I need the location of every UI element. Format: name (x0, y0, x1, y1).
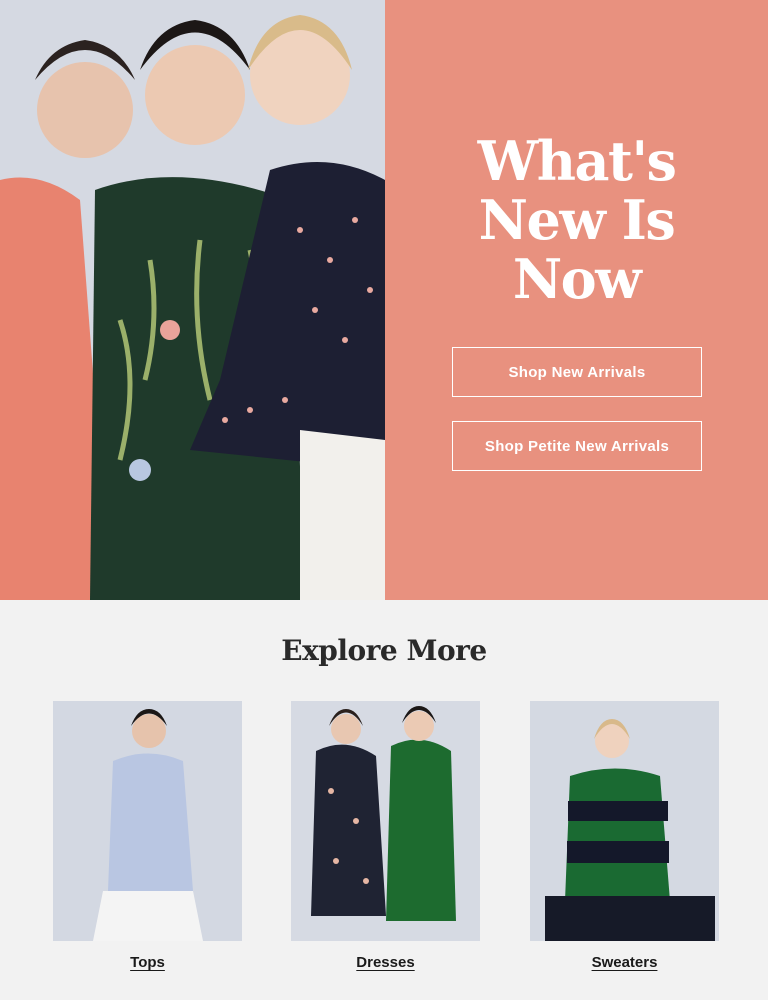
category-tile-tops: Tops (53, 701, 242, 971)
dresses-image[interactable] (291, 701, 480, 941)
headline-line-1: What's (477, 129, 677, 193)
sweaters-model-illustration (530, 701, 719, 941)
headline-line-3: Now (512, 247, 642, 311)
tops-model-illustration (53, 701, 242, 941)
category-link-dresses[interactable]: Dresses (291, 954, 480, 971)
hero-banner: What's New Is Now Shop New Arrivals Shop… (0, 0, 768, 600)
hero-image[interactable] (0, 0, 385, 600)
hero-headline: What's New Is Now (385, 132, 768, 309)
headline-line-2: New Is (478, 188, 676, 252)
explore-more-section: Explore More Tops Dresses Sweaters (0, 600, 768, 1000)
shop-petite-new-arrivals-button[interactable]: Shop Petite New Arrivals (452, 421, 702, 471)
hero-promo-panel: What's New Is Now Shop New Arrivals Shop… (385, 0, 768, 600)
dresses-models-illustration (291, 701, 480, 941)
category-link-sweaters[interactable]: Sweaters (530, 954, 719, 971)
sweaters-image[interactable] (530, 701, 719, 941)
shop-new-arrivals-button[interactable]: Shop New Arrivals (452, 347, 702, 397)
category-tile-dresses: Dresses (291, 701, 480, 971)
tops-image[interactable] (53, 701, 242, 941)
category-tile-sweaters: Sweaters (530, 701, 719, 971)
explore-more-title: Explore More (281, 634, 487, 667)
category-link-tops[interactable]: Tops (53, 954, 242, 971)
hero-models-illustration (0, 0, 385, 600)
